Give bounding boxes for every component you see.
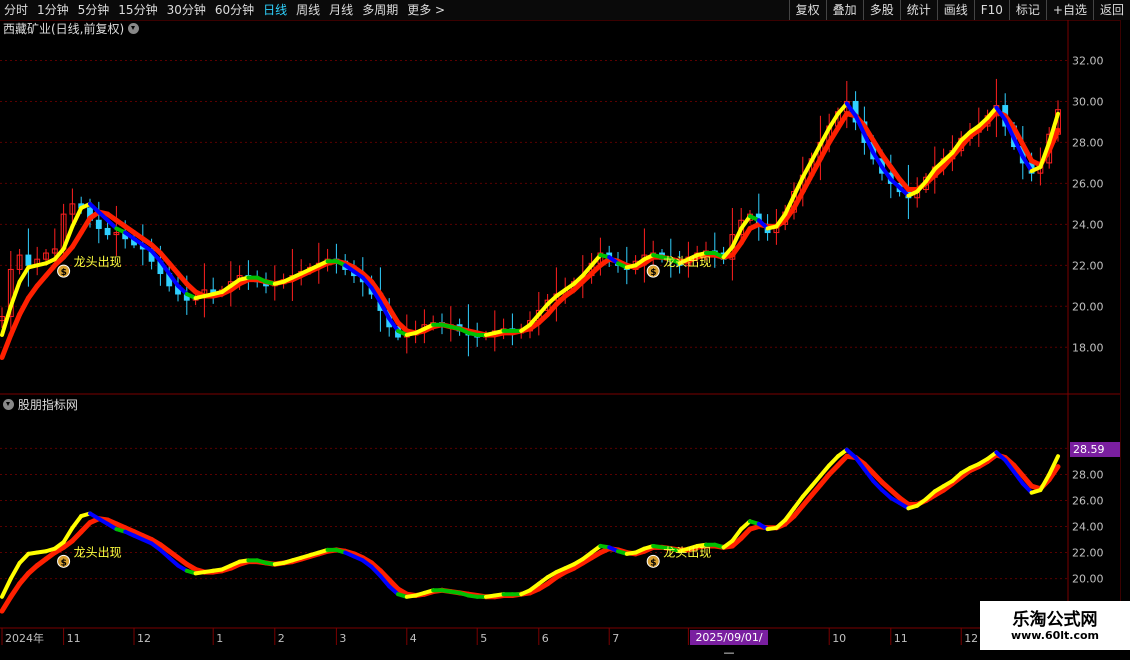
x-tick-label: 3 [339, 632, 346, 645]
signal-label: 龙头出现 [663, 255, 711, 269]
right-sidebar[interactable] [1120, 20, 1130, 650]
candle-body [95, 219, 102, 229]
slow-ma-segment [0, 594, 14, 614]
y-tick-label: 26.00 [1072, 177, 1104, 190]
slow-ma-segment [69, 230, 84, 250]
y-tick-label: 22.00 [1072, 547, 1104, 560]
money-bag-icon: $ [61, 268, 67, 278]
candle-body [25, 254, 32, 266]
slow-ma-segment [0, 332, 14, 361]
y-tick-label: 30.00 [1072, 95, 1104, 108]
watermark-url: www.60lt.com [1010, 629, 1100, 642]
slow-ma-segment [835, 111, 850, 131]
stock-chart[interactable]: 18.00 20.00 22.00 24.00 26.00 28.00 30.00 32.00… [0, 0, 1130, 650]
y-tick-label: 28.00 [1072, 136, 1104, 149]
x-tick-label: 2 [278, 632, 285, 645]
y-tick-label: 18.00 [1072, 341, 1104, 354]
y-tick-label: 32.00 [1072, 54, 1104, 67]
x-tick-label: 12 [964, 632, 978, 645]
y-tick-label: 24.00 [1072, 521, 1104, 534]
y-tick-label: 20.00 [1072, 573, 1104, 586]
fast-ma-segment [70, 205, 84, 229]
x-tick-label: 4 [410, 632, 417, 645]
fast-ma-segment [8, 560, 22, 581]
x-tick-label: 10 [832, 632, 846, 645]
y-tick-label: 20.00 [1072, 300, 1104, 313]
x-tick-label: 5 [480, 632, 487, 645]
y-tick-label: 22.00 [1072, 259, 1104, 272]
y-tick-label: 28.00 [1072, 468, 1104, 481]
x-tick-label: 11 [67, 632, 81, 645]
watermark-title: 乐淘公式网 [1012, 610, 1098, 630]
money-bag-icon: $ [650, 558, 656, 568]
signal-label: 龙头出现 [74, 255, 122, 269]
slow-ma-segment [826, 125, 841, 145]
slow-ma-segment [738, 225, 753, 246]
slow-ma-segment [8, 311, 23, 338]
x-tick-label: 6 [542, 632, 549, 645]
y-tick-label: 26.00 [1072, 494, 1104, 507]
x-tick-label: 1 [216, 632, 223, 645]
last-price-tag: 28.59 [1070, 442, 1120, 457]
money-bag-icon: $ [61, 558, 67, 568]
watermark-logo: 乐淘公式网 www.60lt.com [980, 601, 1130, 650]
fast-ma-segment [0, 576, 13, 599]
cursor-date-tag: 2025/09/01/— [690, 630, 768, 659]
fast-ma-segment [8, 279, 22, 309]
x-tick-label: 2024年 [5, 631, 44, 645]
x-tick-label: 12 [137, 632, 151, 645]
x-tick-label: 7 [612, 632, 619, 645]
signal-label: 龙头出现 [74, 545, 122, 559]
candle-body [104, 227, 111, 236]
x-tick-label: 11 [894, 632, 908, 645]
money-bag-icon: $ [650, 268, 656, 278]
slow-ma-segment [78, 215, 93, 236]
y-tick-label: 24.00 [1072, 218, 1104, 231]
signal-label: 龙头出现 [663, 545, 711, 559]
